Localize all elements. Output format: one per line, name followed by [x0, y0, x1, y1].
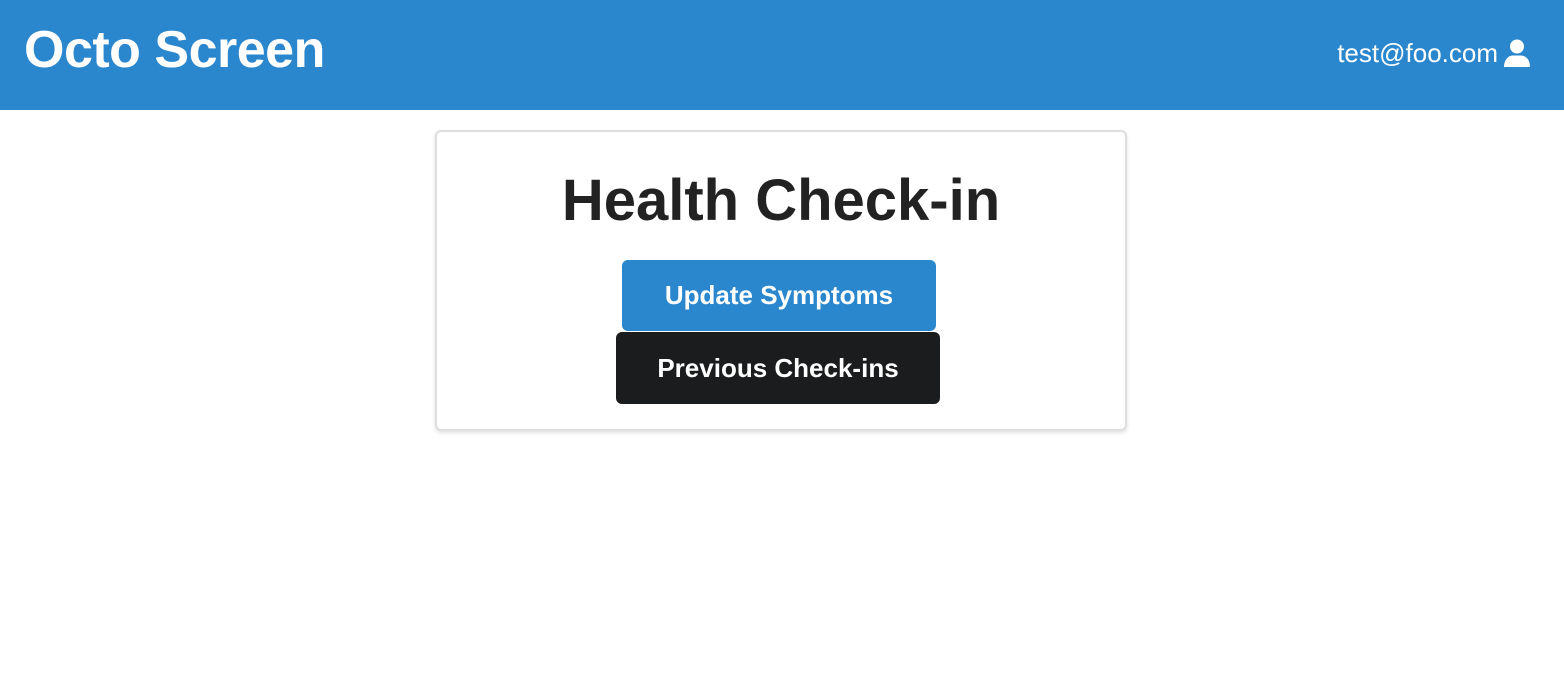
app-brand[interactable]: Octo Screen	[24, 18, 325, 82]
user-menu[interactable]: test@foo.com	[1337, 34, 1532, 72]
page-title: Health Check-in	[561, 168, 1001, 233]
update-symptoms-button[interactable]: Update Symptoms	[622, 260, 936, 331]
top-navbar: Octo Screen test@foo.com	[0, 0, 1564, 110]
user-icon[interactable]	[1502, 38, 1532, 68]
user-email[interactable]: test@foo.com	[1337, 34, 1498, 72]
health-checkin-card: Health Check-in Update Symptoms Previous…	[435, 130, 1127, 431]
previous-checkins-button[interactable]: Previous Check-ins	[616, 332, 940, 404]
